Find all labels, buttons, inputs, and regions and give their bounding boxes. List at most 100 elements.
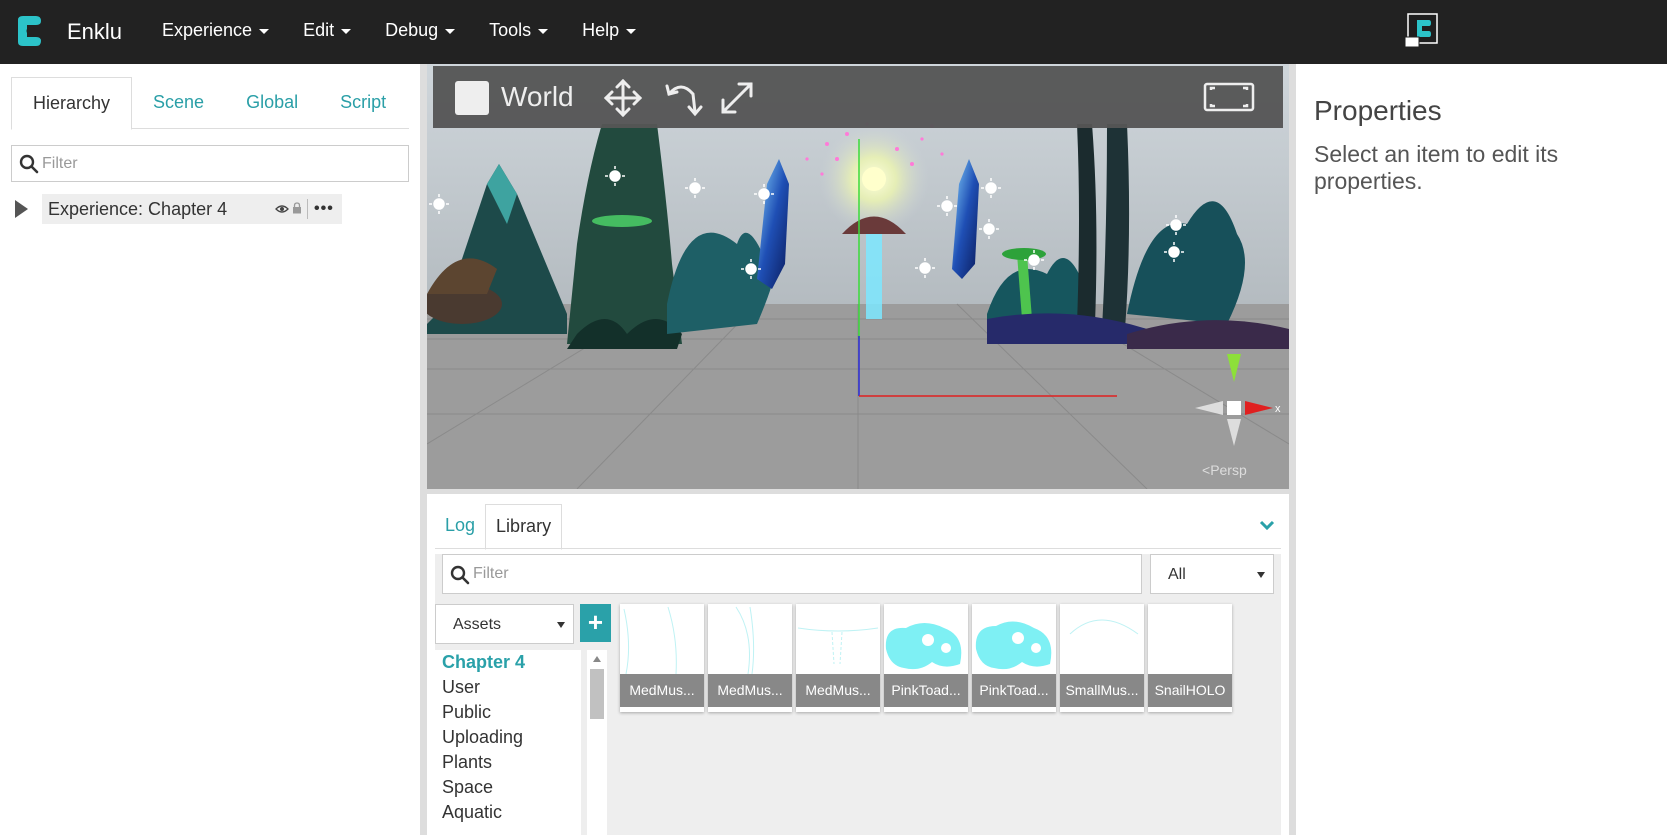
caret-down-icon: [341, 28, 352, 34]
enklu-logo-icon[interactable]: [14, 14, 46, 48]
menu-edit[interactable]: Edit: [291, 0, 363, 64]
asset-label: MedMus...: [620, 674, 704, 707]
select-value: All: [1168, 566, 1186, 583]
properties-panel: Properties Select an item to edit its pr…: [1296, 64, 1667, 835]
library-panel: Log Library All Assets + Chapter 4 User …: [427, 494, 1289, 835]
camera-mode-label[interactable]: <Persp: [1202, 462, 1247, 478]
folder-item[interactable]: Uploading: [435, 725, 581, 750]
asset-card[interactable]: PinkToad...: [884, 604, 968, 712]
caret-down-icon: [259, 28, 270, 34]
library-content: All Assets + Chapter 4 User Public Uploa…: [435, 554, 1281, 835]
space-label: World: [501, 81, 574, 112]
properties-hint: Select an item to edit its properties.: [1314, 141, 1559, 194]
asset-thumbnail: [735, 606, 755, 674]
asset-card[interactable]: MedMus...: [620, 604, 704, 712]
menu-label: Debug: [385, 20, 439, 40]
asset-label: MedMus...: [796, 674, 880, 707]
asset-label: PinkToad...: [972, 674, 1056, 707]
bottom-tab-bar: Log Library: [435, 504, 1281, 550]
main-menu: Experience Edit Debug Tools Help: [150, 0, 658, 64]
scale-tool-icon[interactable]: [715, 76, 759, 120]
folder-item[interactable]: Chapter 4: [435, 650, 581, 675]
visibility-eye-icon[interactable]: [275, 204, 289, 214]
asset-thumbnail: [797, 627, 879, 665]
asset-thumbnail: [975, 621, 1052, 670]
divider: [307, 199, 308, 219]
lock-icon[interactable]: [292, 202, 302, 214]
asset-thumbnail: [1148, 604, 1232, 674]
asset-card[interactable]: SmallMus...: [1060, 604, 1144, 712]
select-value: Assets: [453, 616, 502, 633]
asset-label: PinkToad...: [884, 674, 968, 707]
asset-label: SmallMus...: [1060, 674, 1144, 707]
asset-card[interactable]: MedMus...: [708, 604, 792, 712]
app-name[interactable]: Enklu: [67, 19, 122, 45]
asset-thumbnail: [623, 606, 677, 674]
tab-global[interactable]: Global: [225, 77, 319, 129]
asset-label: SnailHOLO: [1148, 674, 1232, 707]
asset-thumbnail: [885, 623, 962, 670]
viewport-toolbar: World: [433, 66, 1283, 128]
tab-library[interactable]: Library: [485, 504, 563, 550]
scrollbar-thumb[interactable]: [590, 669, 604, 719]
tab-hierarchy[interactable]: Hierarchy: [11, 77, 133, 130]
expand-arrow-icon[interactable]: [15, 200, 28, 218]
dropdown-arrow-icon: [1257, 572, 1265, 578]
menu-label: Edit: [303, 20, 335, 40]
user-avatar-icon[interactable]: [1404, 13, 1438, 49]
folder-item[interactable]: User: [435, 675, 581, 700]
menu-label: Help: [582, 20, 620, 40]
folder-item[interactable]: Space: [435, 775, 581, 800]
scroll-up-icon[interactable]: [593, 656, 601, 662]
tab-log[interactable]: Log: [435, 504, 485, 549]
fullscreen-icon[interactable]: [1203, 82, 1255, 112]
panel-divider-left[interactable]: [420, 64, 427, 835]
search-icon: [450, 565, 470, 585]
move-tool-icon[interactable]: [601, 76, 645, 120]
menu-help[interactable]: Help: [570, 0, 648, 64]
rotate-tool-icon[interactable]: [661, 76, 705, 120]
panel-divider-right[interactable]: [1289, 64, 1296, 835]
asset-card[interactable]: PinkToad...: [972, 604, 1056, 712]
asset-label: MedMus...: [708, 674, 792, 707]
tab-script[interactable]: Script: [319, 77, 407, 129]
caret-down-icon: [538, 28, 549, 34]
properties-title: Properties: [1314, 95, 1442, 126]
menu-label: Experience: [162, 20, 253, 40]
menu-label: Tools: [489, 20, 532, 40]
tree-row: Experience: Chapter 4 •••: [10, 194, 345, 224]
asset-card[interactable]: MedMus...: [796, 604, 880, 712]
tab-scene[interactable]: Scene: [132, 77, 225, 129]
more-options-icon[interactable]: •••: [314, 200, 334, 218]
caret-down-icon: [626, 28, 637, 34]
tree-item-label: Experience: Chapter 4: [48, 199, 228, 219]
search-icon: [19, 154, 39, 174]
world-space-toggle[interactable]: [455, 81, 489, 115]
scene-viewport[interactable]: x World <Persp: [427, 64, 1289, 489]
asset-grid: MedMus... MedMus... MedMus... PinkToad..…: [617, 604, 1281, 835]
library-filter: [442, 554, 1142, 594]
hierarchy-filter-input[interactable]: [42, 146, 402, 181]
add-asset-button[interactable]: +: [580, 604, 611, 642]
hierarchy-panel: Hierarchy Scene Global Script Experience…: [0, 64, 420, 835]
asset-type-select[interactable]: All: [1150, 554, 1274, 594]
tree-item-experience[interactable]: Experience: Chapter 4 •••: [42, 194, 342, 224]
svg-text:x: x: [1275, 403, 1281, 415]
menu-debug[interactable]: Debug: [373, 0, 467, 64]
asset-card[interactable]: SnailHOLO: [1148, 604, 1232, 712]
dropdown-arrow-icon: [557, 622, 565, 628]
camera-mode-text: Persp: [1210, 462, 1247, 478]
folder-item[interactable]: Plants: [435, 750, 581, 775]
folder-scrollbar[interactable]: [587, 650, 607, 835]
asset-source-select[interactable]: Assets: [435, 604, 574, 644]
menu-experience[interactable]: Experience: [150, 0, 281, 64]
left-tab-bar: Hierarchy Scene Global Script: [11, 77, 409, 130]
chevron-down-icon[interactable]: [1259, 520, 1275, 530]
caret-down-icon: [445, 28, 456, 34]
hierarchy-filter: [11, 145, 409, 182]
folder-item[interactable]: Public: [435, 700, 581, 725]
top-navbar: Enklu Experience Edit Debug Tools Help: [0, 0, 1667, 64]
menu-tools[interactable]: Tools: [477, 0, 560, 64]
folder-item[interactable]: Aquatic: [435, 800, 581, 825]
library-filter-input[interactable]: [473, 555, 1133, 593]
